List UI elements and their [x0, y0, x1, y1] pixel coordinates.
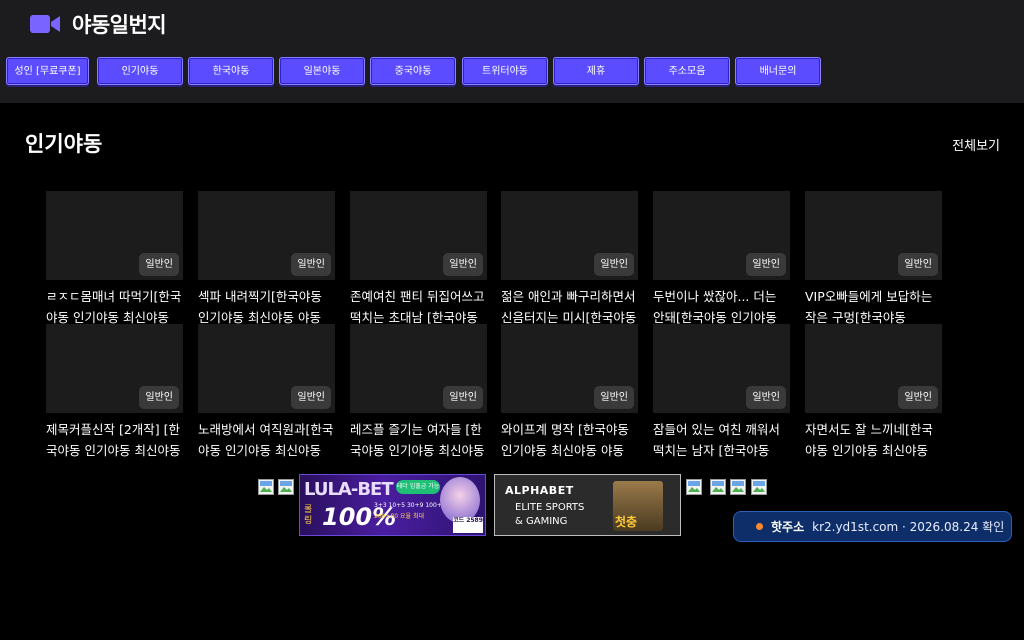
ad-banner-lulabet[interactable]: LULA-BET 테더 입출금 가능 롤링 100% 3+3 10+5 30+9… — [299, 474, 486, 536]
video-thumbnail[interactable]: 일반인 — [350, 324, 487, 413]
video-title[interactable]: VIP오빠들에게 보답하는 작은 구멍[한국야동 — [805, 286, 942, 328]
video-card[interactable]: 일반인 잠들어 있는 여친 깨워서 떡치는 남자 [한국야동 — [653, 324, 790, 461]
video-title[interactable]: 레즈플 즐기는 여자들 [한국야동 인기야동 최신야동 — [350, 419, 487, 461]
ad-banner-alphabet[interactable]: ALPHABET ELITE SPORTS & GAMING 첫충 — [494, 474, 681, 536]
video-thumbnail[interactable]: 일반인 — [805, 324, 942, 413]
banner-brand: ALPHABET — [505, 484, 574, 497]
video-card[interactable]: 일반인 두번이나 쌌잖아... 더는 안돼[한국야동 인기야동 — [653, 191, 790, 328]
video-title[interactable]: 와이프계 명작 [한국야동 인기야동 최신야동 야동 — [501, 419, 638, 461]
nav-item-korean[interactable]: 한국야동 — [188, 57, 274, 85]
hot-address-badge[interactable]: 핫주소 kr2.yd1st.com · 2026.08.24 확인 — [733, 511, 1012, 542]
broken-image-icon[interactable] — [686, 479, 702, 495]
site-logo[interactable]: 야동일번지 — [30, 9, 167, 39]
video-title[interactable]: 두번이나 쌌잖아... 더는 안돼[한국야동 인기야동 — [653, 286, 790, 328]
video-title[interactable]: 존예여친 팬티 뒤집어쓰고 떡치는 초대남 [한국야동 — [350, 286, 487, 328]
banner-code: 코드 2589 — [453, 517, 483, 533]
video-thumbnail[interactable]: 일반인 — [46, 191, 183, 280]
video-title[interactable]: ㄹㅈㄷ몸매녀 따먹기[한국야동 인기야동 최신야동 — [46, 286, 183, 328]
video-card[interactable]: 일반인 노래방에서 여직원과[한국야동 인기야동 최신야동 — [198, 324, 335, 461]
category-badge: 일반인 — [898, 253, 938, 276]
video-card[interactable]: 일반인 와이프계 명작 [한국야동 인기야동 최신야동 야동 — [501, 324, 638, 461]
video-thumbnail[interactable]: 일반인 — [501, 191, 638, 280]
nav-item-banner-inquiry[interactable]: 배너문의 — [735, 57, 821, 85]
category-badge: 일반인 — [443, 386, 483, 409]
video-thumbnail[interactable]: 일반인 — [350, 191, 487, 280]
banner-label: 첫충 — [615, 515, 638, 529]
status-dot-icon — [756, 523, 763, 530]
hot-address-text: kr2.yd1st.com · 2026.08.24 확인 — [812, 520, 1005, 534]
video-thumbnail[interactable]: 일반인 — [501, 324, 638, 413]
video-thumbnail[interactable]: 일반인 — [653, 191, 790, 280]
nav-item-partner[interactable]: 제휴 — [553, 57, 639, 85]
section-title: 인기야동 — [25, 132, 103, 156]
video-card[interactable]: 일반인 자면서도 잘 느끼네[한국야동 인기야동 최신야동 — [805, 324, 942, 461]
banner-line: 200+80 요율 최대 — [374, 513, 425, 520]
video-thumbnail[interactable]: 일반인 — [653, 324, 790, 413]
banner-side-text: 롤링 — [304, 505, 313, 526]
broken-image-icon[interactable] — [278, 479, 294, 495]
video-title[interactable]: 노래방에서 여직원과[한국야동 인기야동 최신야동 — [198, 419, 335, 461]
video-thumbnail[interactable]: 일반인 — [198, 324, 335, 413]
banner-line: 3+3 10+5 30+9 100+40 — [374, 502, 450, 509]
video-title[interactable]: 섹파 내려찍기[한국야동 인기야동 최신야동 야동 — [198, 286, 335, 328]
video-title[interactable]: 제목커플신작 [2개작] [한국야동 인기야동 최신야동 — [46, 419, 183, 461]
category-badge: 일반인 — [291, 386, 331, 409]
video-thumbnail[interactable]: 일반인 — [805, 191, 942, 280]
top-bar: 야동일번지 성인 [무료쿠폰] 인기야동 한국야동 일본야동 중국야동 트위터야… — [0, 0, 1024, 103]
video-card[interactable]: 일반인 젊은 애인과 빠구리하면서 신음터지는 미시[한국야동 — [501, 191, 638, 328]
video-card[interactable]: 일반인 레즈플 즐기는 여자들 [한국야동 인기야동 최신야동 — [350, 324, 487, 461]
broken-image-icon[interactable] — [751, 479, 767, 495]
category-badge: 일반인 — [291, 253, 331, 276]
banner-line: & GAMING — [515, 516, 568, 527]
category-badge: 일반인 — [139, 386, 179, 409]
video-card[interactable]: 일반인 ㄹㅈㄷ몸매녀 따먹기[한국야동 인기야동 최신야동 — [46, 191, 183, 328]
video-title[interactable]: 젊은 애인과 빠구리하면서 신음터지는 미시[한국야동 — [501, 286, 638, 328]
category-badge: 일반인 — [139, 253, 179, 276]
broken-image-icon[interactable] — [730, 479, 746, 495]
video-title[interactable]: 잠들어 있는 여친 깨워서 떡치는 남자 [한국야동 — [653, 419, 790, 461]
video-thumbnail[interactable]: 일반인 — [46, 324, 183, 413]
video-title[interactable]: 자면서도 잘 느끼네[한국야동 인기야동 최신야동 — [805, 419, 942, 461]
video-camera-icon — [30, 15, 60, 33]
banner-line: ELITE SPORTS — [515, 502, 585, 513]
category-badge: 일반인 — [594, 386, 634, 409]
banner-pill: 테더 입출금 가능 — [396, 480, 440, 494]
see-all-link[interactable]: 전체보기 — [952, 135, 1000, 154]
broken-image-icon[interactable] — [258, 479, 274, 495]
nav-item-coupon[interactable]: 성인 [무료쿠폰] — [6, 57, 89, 85]
category-badge: 일반인 — [443, 253, 483, 276]
category-badge: 일반인 — [746, 386, 786, 409]
banner-brand: LULA-BET — [304, 479, 394, 500]
nav-item-japanese[interactable]: 일본야동 — [279, 57, 365, 85]
hot-address-label: 핫주소 — [771, 520, 805, 534]
category-badge: 일반인 — [746, 253, 786, 276]
category-badge: 일반인 — [594, 253, 634, 276]
broken-image-icon[interactable] — [710, 479, 726, 495]
video-card[interactable]: 일반인 VIP오빠들에게 보답하는 작은 구멍[한국야동 — [805, 191, 942, 328]
video-thumbnail[interactable]: 일반인 — [198, 191, 335, 280]
nav-item-twitter[interactable]: 트위터야동 — [462, 57, 548, 85]
category-badge: 일반인 — [898, 386, 938, 409]
nav-item-popular[interactable]: 인기야동 — [97, 57, 183, 85]
video-card[interactable]: 일반인 존예여친 팬티 뒤집어쓰고 떡치는 초대남 [한국야동 — [350, 191, 487, 328]
video-card[interactable]: 일반인 제목커플신작 [2개작] [한국야동 인기야동 최신야동 — [46, 324, 183, 461]
video-card[interactable]: 일반인 섹파 내려찍기[한국야동 인기야동 최신야동 야동 — [198, 191, 335, 328]
nav-item-chinese[interactable]: 중국야동 — [370, 57, 456, 85]
nav-item-addresses[interactable]: 주소모음 — [644, 57, 730, 85]
site-title: 야동일번지 — [72, 13, 167, 37]
